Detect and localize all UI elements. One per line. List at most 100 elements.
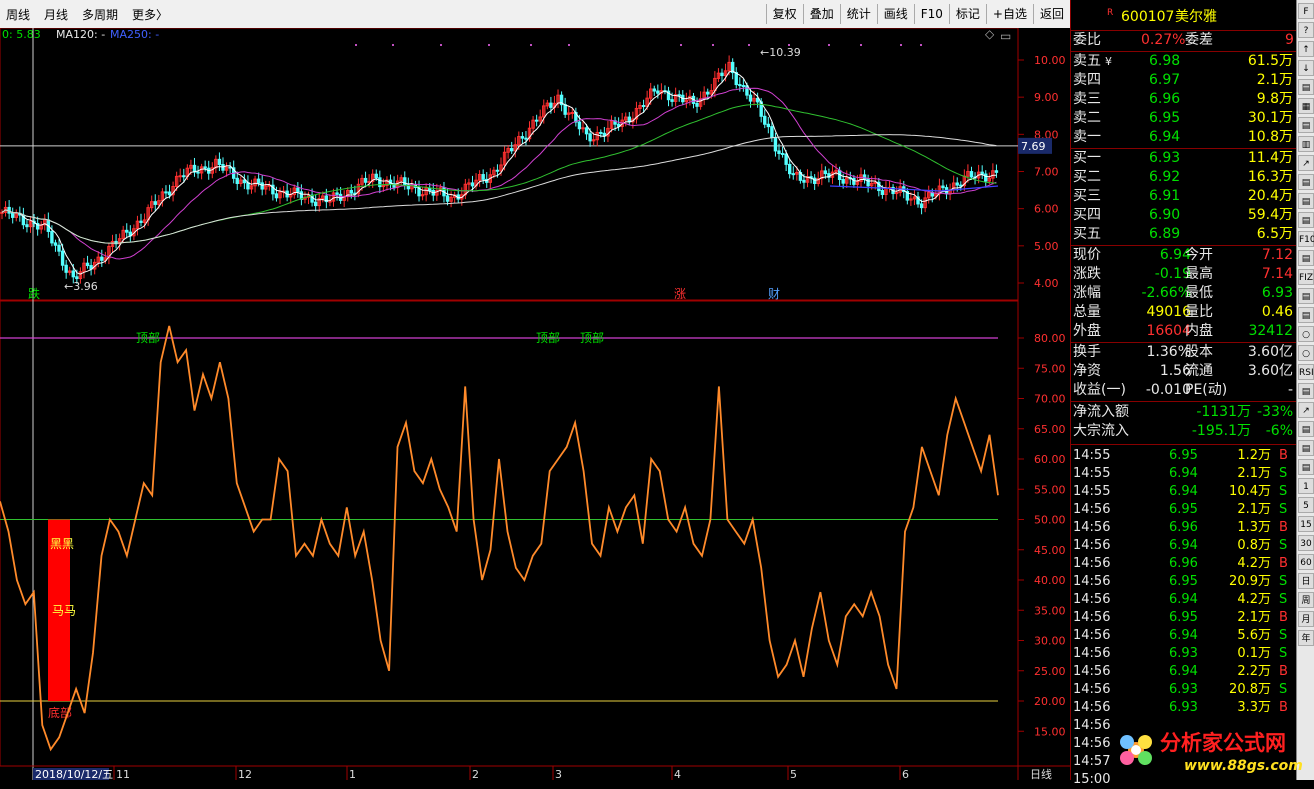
tool-button-6[interactable]: +自选	[985, 4, 1033, 24]
ask-row-2: 卖三 6.96 9.8万	[1071, 90, 1297, 109]
period-tab-2[interactable]: 多周期	[82, 6, 118, 23]
ma250-legend: MA250: -	[110, 28, 159, 41]
side-tool-icon-1[interactable]: ?	[1298, 22, 1314, 38]
tool-button-0[interactable]: 复权	[765, 4, 803, 24]
ind-label-4: 60.00	[1034, 453, 1066, 466]
tick-price-5: 6.94	[1169, 538, 1198, 553]
candle-body	[770, 126, 774, 138]
candle-body	[766, 123, 771, 128]
tick-row-3: 14:56 6.95 2.1万 S	[1071, 500, 1297, 519]
side-tool-icon-7[interactable]: ▥	[1298, 136, 1314, 152]
ind-label-9: 35.00	[1034, 604, 1066, 617]
side-tool-icon-25[interactable]: 1	[1298, 478, 1314, 494]
stat-l2-1: 最高	[1185, 266, 1213, 282]
chart-area[interactable]: 0: 5.83 MA120: - MA250: - ◇ ▭ 10.00 9.00 8.00 7.…	[0, 27, 1070, 782]
candle-body	[495, 169, 500, 172]
side-tool-icon-9[interactable]: ▤	[1298, 174, 1314, 190]
price-label-6: 4.00	[1034, 277, 1059, 290]
tool-button-5[interactable]: 标记	[948, 4, 986, 24]
side-tool-icon-2[interactable]: ↑	[1298, 41, 1314, 57]
bid-vol-3: 59.4万	[1247, 207, 1293, 223]
tool-button-3[interactable]: 画线	[876, 4, 914, 24]
side-tool-icon-8[interactable]: ↗	[1298, 155, 1314, 171]
candle-body	[880, 190, 885, 195]
side-tool-icon-27[interactable]: 15	[1298, 516, 1314, 532]
candle-body	[984, 173, 988, 182]
candle-body	[652, 88, 656, 92]
diamond-icon[interactable]: ◇	[985, 27, 995, 41]
side-tool-icon-3[interactable]: ↓	[1298, 60, 1314, 76]
side-tool-icon-11[interactable]: ▤	[1298, 212, 1314, 228]
stat-l2-0: 今开	[1185, 247, 1213, 263]
tool-button-7[interactable]: 返回	[1032, 4, 1070, 24]
tick-side-11: S	[1279, 646, 1288, 661]
quote-panel: R 600107 美尔雅 委比 0.27% 委差 9 卖五 ¥6.98 61.5万 卖四 6.97 2.…	[1070, 0, 1297, 787]
tick-vol-13: 20.8万	[1229, 682, 1271, 697]
kline-svg[interactable]: 0: 5.83 MA120: - MA250: - ◇ ▭10.009.008.007.…	[0, 27, 1070, 782]
candle-body	[0, 211, 4, 214]
tick-time-13: 14:56	[1073, 682, 1111, 697]
candle-body	[656, 90, 660, 94]
candle-body	[581, 127, 585, 130]
side-tool-icon-18[interactable]: ○	[1298, 345, 1314, 361]
period-tab-3[interactable]: 更多〉	[132, 6, 168, 23]
candle-body	[256, 178, 261, 184]
stat-v1-0: 6.94	[1159, 247, 1191, 263]
side-tool-icon-12[interactable]: F10	[1298, 231, 1314, 247]
side-tool-icon-28[interactable]: 30	[1298, 535, 1314, 551]
tick-time-4: 14:56	[1073, 520, 1111, 535]
panel-toggle-icon[interactable]: ▭	[1000, 29, 1011, 43]
side-tool-icon-10[interactable]: ▤	[1298, 193, 1314, 209]
candle-body	[182, 175, 186, 178]
candle-body	[941, 185, 945, 189]
side-tool-icon-4[interactable]: ▤	[1298, 79, 1314, 95]
ind-label-10: 30.00	[1034, 635, 1066, 648]
candle-body	[363, 177, 368, 183]
tick-time-15: 14:56	[1073, 718, 1111, 733]
side-tool-icon-16[interactable]: ▤	[1298, 307, 1314, 323]
candle-body	[570, 111, 574, 114]
tool-button-2[interactable]: 统计	[839, 4, 877, 24]
period-tab-0[interactable]: 周线	[6, 6, 30, 23]
stat-row-4: 外盘 16604 内盘 32412	[1071, 322, 1297, 341]
candle-body	[741, 85, 746, 88]
candle-body	[374, 173, 378, 179]
stat-v1-2: -2.66%	[1141, 285, 1191, 301]
tick-row-12: 14:56 6.94 2.2万 B	[1071, 662, 1297, 681]
marker-dot	[900, 44, 902, 46]
side-tool-icon-32[interactable]: 月	[1298, 611, 1314, 627]
side-tool-icon-20[interactable]: ▤	[1298, 383, 1314, 399]
side-tool-icon-15[interactable]: ▤	[1298, 288, 1314, 304]
ind-label-6: 50.00	[1034, 514, 1066, 527]
side-tool-icon-14[interactable]: FIZ	[1298, 269, 1314, 285]
tick-vol-6: 4.2万	[1237, 556, 1271, 571]
period-tab-1[interactable]: 月线	[44, 6, 68, 23]
stat-l2-3: 量比	[1185, 304, 1213, 320]
side-tool-icon-19[interactable]: RSI	[1298, 364, 1314, 380]
side-tool-icon-33[interactable]: 年	[1298, 630, 1314, 646]
tick-vol-12: 2.2万	[1237, 664, 1271, 679]
ask-vol-2: 9.8万	[1256, 91, 1293, 107]
side-tool-icon-17[interactable]: ○	[1298, 326, 1314, 342]
price-label-3: 7.00	[1034, 166, 1059, 179]
tool-button-1[interactable]: 叠加	[802, 4, 840, 24]
sep-6	[1071, 401, 1297, 402]
side-tool-icon-22[interactable]: ▤	[1298, 421, 1314, 437]
side-tool-icon-23[interactable]: ▤	[1298, 440, 1314, 456]
side-tool-icon-26[interactable]: 5	[1298, 497, 1314, 513]
candle-body	[520, 136, 525, 139]
side-tool-icon-6[interactable]: ▤	[1298, 117, 1314, 133]
side-tool-icon-24[interactable]: ▤	[1298, 459, 1314, 475]
side-tool-icon-31[interactable]: 周	[1298, 592, 1314, 608]
side-tool-icon-0[interactable]: F	[1298, 3, 1314, 19]
ask-vol-1: 2.1万	[1256, 72, 1293, 88]
period-tabs: 周线 月线 多周期 更多〉	[6, 6, 168, 23]
quote-header: R 600107 美尔雅	[1071, 8, 1297, 27]
tool-button-4[interactable]: F10	[913, 4, 949, 24]
side-tool-icon-30[interactable]: 日	[1298, 573, 1314, 589]
side-tool-icon-21[interactable]: ↗	[1298, 402, 1314, 418]
stat2-l1-0: 换手	[1073, 344, 1101, 360]
side-tool-icon-13[interactable]: ▤	[1298, 250, 1314, 266]
side-tool-icon-5[interactable]: ▦	[1298, 98, 1314, 114]
side-tool-icon-29[interactable]: 60	[1298, 554, 1314, 570]
